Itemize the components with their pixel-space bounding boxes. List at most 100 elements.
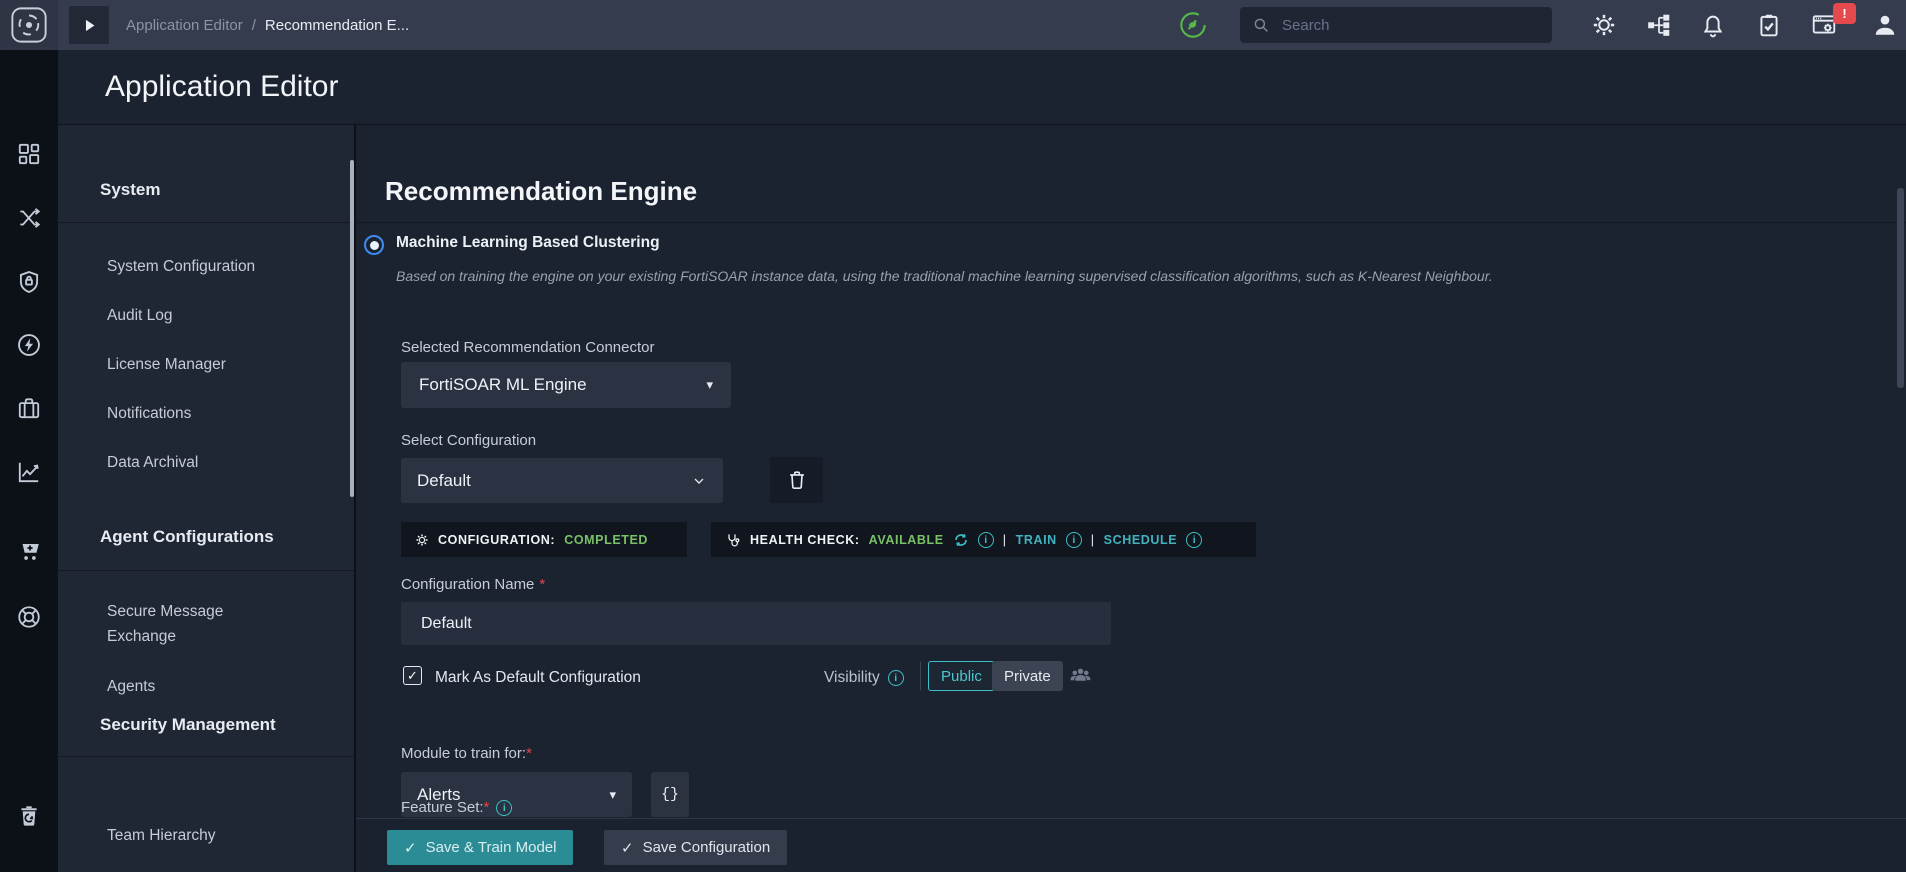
feature-set-label: Feature Set:* i [401,799,513,816]
save-configuration-button[interactable]: ✓ Save Configuration [604,830,788,865]
chevron-down-icon [691,473,707,489]
briefcase-icon[interactable] [16,395,42,421]
visibility-private-button[interactable]: Private [992,661,1063,691]
configuration-select-value: Default [417,470,471,490]
nav-item-notifications[interactable]: Notifications [107,401,191,426]
json-editor-button[interactable]: {} [651,772,689,817]
save-configuration-label: Save Configuration [642,839,771,856]
nav-section-security-management: Security Management [100,715,276,734]
module-label-text: Module to train for: [401,745,527,762]
schedule-info-icon[interactable]: i [1186,531,1203,548]
dashboard-icon[interactable] [16,141,42,167]
recycle-bin-icon[interactable] [16,802,42,828]
visibility-info-icon[interactable]: i [887,670,904,686]
feature-set-text: Feature Set: [401,799,484,816]
nav-section-agent-configurations: Agent Configurations [100,527,274,546]
search-bar[interactable] [1240,7,1552,43]
nav-item-system-configuration[interactable]: System Configuration [107,254,255,279]
visibility-public-button[interactable]: Public [928,661,995,691]
expand-menu-button[interactable] [69,6,109,44]
app-window: Application Editor / Recommendation E... [0,0,1906,872]
alert-count-badge: ! [1833,3,1856,24]
breadcrumb-current[interactable]: Recommendation E... [265,17,409,34]
radio-selected-dot [369,240,379,250]
train-link[interactable]: TRAIN [1016,533,1057,547]
visibility-label: Visibility [824,669,880,686]
shield-security-icon[interactable] [16,269,42,295]
search-input[interactable] [1280,15,1514,35]
nav-divider [58,222,354,223]
health-info-icon[interactable]: i [977,531,994,548]
visibility-label-group: Visibility i [824,669,904,687]
ml-clustering-radio[interactable] [364,235,384,255]
module-label: Module to train for:* [401,745,532,762]
content-scrollbar-thumb[interactable] [1897,188,1904,388]
mark-default-checkbox[interactable]: ✓ [403,666,422,685]
user-profile-icon[interactable] [1872,12,1898,38]
connector-dropdown[interactable]: FortiSOAR ML Engine ▾ [401,362,731,408]
search-icon [1252,16,1270,34]
health-check-status-box: HEALTH CHECK: AVAILABLE i | TRAIN i | SC… [711,522,1256,557]
caret-down-icon: ▾ [706,377,713,392]
content-title-divider [356,222,1906,223]
footer-action-bar [356,818,1906,872]
save-train-label: Save & Train Model [425,839,557,856]
check-icon: ✓ [404,839,417,857]
breadcrumb: Application Editor / Recommendation E... [126,0,409,50]
gear-mini-icon [415,533,429,547]
select-configuration-label: Select Configuration [401,432,537,449]
configuration-name-input[interactable] [401,602,1111,645]
settings-gear-icon[interactable] [1591,12,1617,38]
top-navbar: Application Editor / Recommendation E... [0,0,1906,51]
team-people-icon[interactable] [1068,663,1093,688]
visibility-divider [920,662,921,690]
separator: | [1090,532,1095,547]
tasks-clipboard-icon[interactable] [1756,12,1782,38]
nav-item-team-hierarchy[interactable]: Team Hierarchy [107,823,216,848]
nav-divider [58,570,354,571]
nav-item-data-archival[interactable]: Data Archival [107,450,198,475]
breadcrumb-parent[interactable]: Application Editor [126,17,243,34]
schedule-link[interactable]: SCHEDULE [1104,533,1178,547]
feature-set-info-icon[interactable]: i [496,799,513,816]
shuffle-routing-icon[interactable] [16,205,42,231]
content-hub-cart-icon[interactable] [16,537,42,563]
save-and-train-button[interactable]: ✓ Save & Train Model [387,830,574,865]
ml-clustering-description: Based on training the engine on your exi… [396,268,1493,284]
page-title: Application Editor [105,70,339,103]
panel-divider [354,125,356,872]
health-check-label: HEALTH CHECK: [750,532,860,547]
settings-nav-panel [58,125,354,872]
nav-item-secure-message-exchange[interactable]: Secure Message Exchange [107,599,272,649]
required-asterisk: * [526,745,532,762]
required-asterisk: * [539,576,546,593]
caret-down-icon: ▾ [609,786,616,802]
connector-dropdown-value: FortiSOAR ML Engine [419,375,587,394]
mark-default-label: Mark As Default Configuration [435,669,641,686]
support-lifering-icon[interactable] [16,604,42,630]
nav-item-agents[interactable]: Agents [107,674,155,699]
train-info-icon[interactable]: i [1065,531,1082,548]
fortisoar-logo-icon [10,6,48,44]
delete-configuration-button[interactable] [770,457,823,503]
configuration-select[interactable]: Default [401,458,723,503]
breadcrumb-separator: / [251,16,256,34]
reports-chart-icon[interactable] [16,459,42,485]
trash-icon [786,469,808,491]
connector-health-status-icon[interactable] [1179,11,1207,39]
content-title: Recommendation Engine [385,175,698,206]
ml-clustering-label: Machine Learning Based Clustering [396,234,660,251]
configuration-status-box: CONFIGURATION: COMPLETED [401,522,687,557]
connector-label: Selected Recommendation Connector [401,339,655,356]
notifications-bell-icon[interactable] [1700,12,1726,38]
configuration-status-value: COMPLETED [564,532,649,547]
hierarchy-sitemap-icon[interactable] [1646,12,1672,38]
app-logo[interactable] [0,0,58,50]
refresh-icon[interactable] [953,532,969,548]
nav-divider [58,756,354,757]
nav-item-license-manager[interactable]: License Manager [107,352,226,377]
checkmark-icon: ✓ [407,667,418,683]
automation-lightning-icon[interactable] [16,332,42,358]
nav-section-system: System [100,180,161,199]
nav-item-audit-log[interactable]: Audit Log [107,303,173,328]
